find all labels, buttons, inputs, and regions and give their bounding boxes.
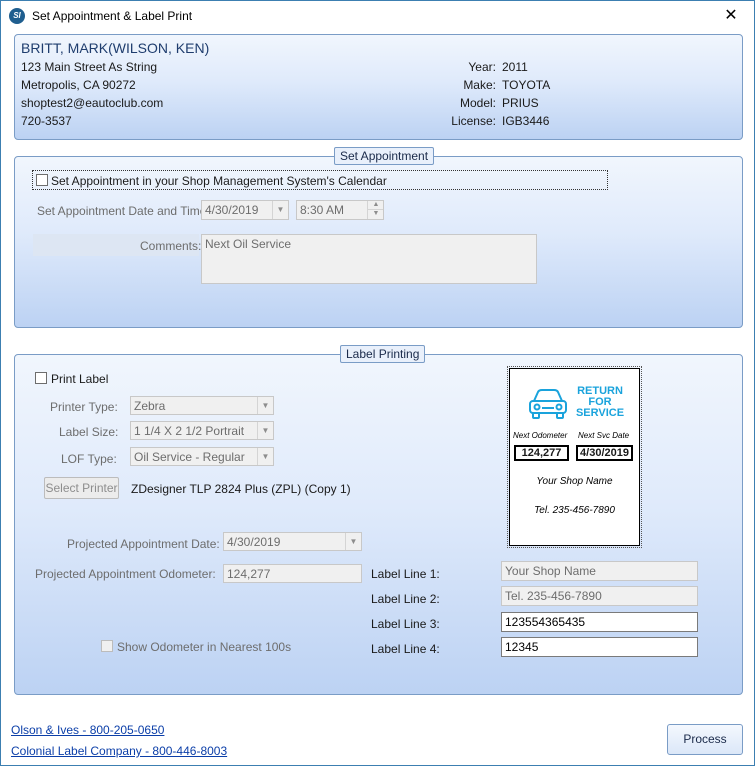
appointment-date-picker[interactable]: 4/30/2019 ▼	[201, 200, 289, 220]
label-size-value: 1 1/4 X 2 1/2 Portrait	[134, 424, 245, 438]
colonial-label-link[interactable]: Colonial Label Company - 800-446-8003	[11, 744, 227, 758]
show-odometer-checkbox[interactable]	[101, 640, 113, 652]
projected-odometer-label: Projected Appointment Odometer:	[35, 567, 216, 581]
show-odometer-label[interactable]: Show Odometer in Nearest 100s	[117, 640, 291, 654]
vehicle-year-label: Year:	[468, 60, 496, 74]
label-size-select[interactable]: 1 1/4 X 2 1/2 Portrait ▼	[130, 421, 274, 440]
vehicle-make: TOYOTA	[502, 78, 551, 92]
app-logo-icon: SI	[9, 8, 25, 24]
projected-date-picker[interactable]: 4/30/2019 ▼	[223, 532, 362, 551]
set-appointment-legend: Set Appointment	[334, 147, 435, 165]
chevron-down-icon[interactable]: ▼	[257, 397, 273, 414]
lof-type-label: LOF Type:	[61, 452, 117, 466]
customer-city: Metropolis, CA 90272	[21, 78, 136, 92]
printer-name: ZDesigner TLP 2824 Plus (ZPL) (Copy 1)	[131, 482, 351, 496]
vehicle-license-label: License:	[451, 114, 496, 128]
label-line-4-label: Label Line 4:	[371, 642, 440, 656]
spin-up-icon[interactable]: ▲	[368, 201, 383, 210]
lof-type-select[interactable]: Oil Service - Regular ▼	[130, 447, 274, 466]
appointment-time-value: 8:30 AM	[300, 203, 345, 217]
preview-phone: Tel. 235-456-7890	[534, 505, 615, 516]
customer-email: shoptest2@eautoclub.com	[21, 96, 164, 110]
chevron-down-icon[interactable]: ▼	[272, 201, 288, 219]
preview-next-odometer-label: Next Odometer	[513, 431, 568, 440]
olson-ives-link[interactable]: Olson & Ives - 800-205-0650	[11, 723, 164, 737]
vehicle-license: IGB3446	[502, 114, 550, 128]
comments-label: Comments:	[140, 239, 202, 253]
projected-odometer-field[interactable]: 124,277	[223, 564, 362, 583]
print-label-checkbox-label[interactable]: Print Label	[51, 372, 108, 386]
set-appointment-checkbox-label[interactable]: Set Appointment in your Shop Management …	[51, 174, 387, 188]
label-line-2-label: Label Line 2:	[371, 592, 440, 606]
projected-date-value: 4/30/2019	[227, 535, 281, 549]
customer-name: BRITT, MARK(WILSON, KEN)	[21, 40, 210, 56]
appointment-time-spinner[interactable]: 8:30 AM ▲ ▼	[296, 200, 384, 220]
chevron-down-icon[interactable]: ▼	[257, 422, 273, 439]
title-bar: SI Set Appointment & Label Print ✕	[1, 1, 754, 31]
preview-headline: RETURN FOR SERVICE	[575, 385, 625, 419]
printer-type-select[interactable]: Zebra ▼	[130, 396, 274, 415]
label-preview: RETURN FOR SERVICE Next Odometer Next Sv…	[507, 366, 642, 548]
label-line-2-input[interactable]: Tel. 235-456-7890	[501, 586, 698, 606]
label-size-label: Label Size:	[59, 425, 119, 439]
preview-next-svc-date-label: Next Svc Date	[578, 431, 630, 440]
select-printer-button[interactable]: Select Printer	[44, 477, 119, 499]
projected-date-label: Projected Appointment Date:	[67, 537, 220, 551]
label-line-1-input[interactable]: Your Shop Name	[501, 561, 698, 581]
time-spin-buttons[interactable]: ▲ ▼	[367, 201, 383, 219]
label-line-4-input[interactable]: 12345	[501, 637, 698, 657]
customer-address: 123 Main Street As String	[21, 60, 158, 74]
label-line-1-label: Label Line 1:	[371, 567, 440, 581]
label-line-3-input[interactable]: 123554365435	[501, 612, 698, 632]
spin-down-icon[interactable]: ▼	[368, 210, 383, 219]
close-button[interactable]: ✕	[708, 1, 754, 31]
car-icon	[529, 389, 567, 419]
label-line-3-label: Label Line 3:	[371, 617, 440, 631]
preview-odometer: 124,277	[514, 445, 569, 461]
chevron-down-icon[interactable]: ▼	[257, 448, 273, 465]
printer-type-label: Printer Type:	[50, 400, 118, 414]
dialog-window: SI Set Appointment & Label Print ✕ BRITT…	[0, 0, 755, 766]
lof-type-value: Oil Service - Regular	[134, 450, 245, 464]
preview-shop-name: Your Shop Name	[536, 476, 613, 487]
process-button[interactable]: Process	[667, 724, 743, 755]
label-printing-legend: Label Printing	[340, 345, 426, 363]
vehicle-year: 2011	[502, 60, 528, 74]
vehicle-model: PRIUS	[502, 96, 539, 110]
appointment-date-value: 4/30/2019	[205, 203, 259, 217]
set-appointment-checkbox[interactable]	[36, 174, 48, 186]
vehicle-model-label: Model:	[459, 96, 496, 110]
appointment-datetime-label: Set Appointment Date and Time:	[37, 204, 210, 218]
preview-svc-date: 4/30/2019	[576, 445, 633, 461]
customer-phone: 720-3537	[21, 114, 72, 128]
window-title: Set Appointment & Label Print	[32, 9, 193, 23]
chevron-down-icon[interactable]: ▼	[345, 533, 361, 550]
print-label-checkbox[interactable]	[35, 372, 47, 384]
vehicle-make-label: Make:	[463, 78, 496, 92]
printer-type-value: Zebra	[134, 399, 166, 413]
comments-textarea[interactable]: Next Oil Service	[201, 234, 537, 284]
